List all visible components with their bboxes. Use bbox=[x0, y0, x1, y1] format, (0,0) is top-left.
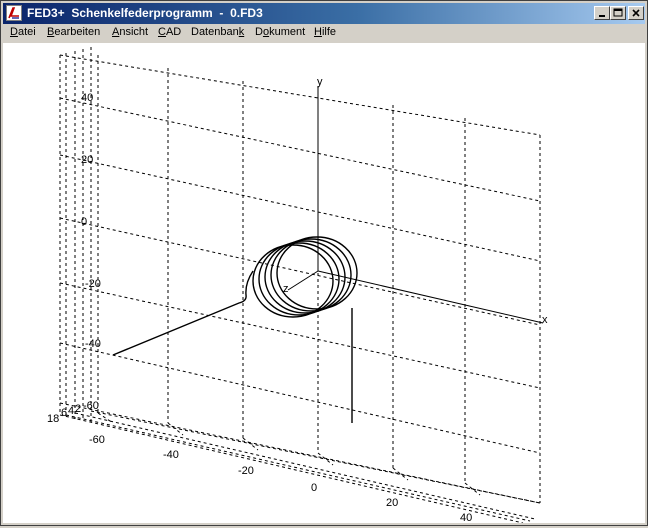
x-tick-label: -60 bbox=[89, 434, 105, 446]
close-icon bbox=[632, 9, 640, 17]
spring-legs bbox=[112, 270, 353, 423]
menu-datenbank[interactable]: Datenbank bbox=[191, 26, 244, 38]
spring-coils bbox=[252, 236, 358, 318]
depth-tick-label: 4 bbox=[68, 405, 74, 417]
x-tick-label: 40 bbox=[460, 512, 472, 523]
spring-3d-view[interactable]: y x z 40 20 0 -20 -40 -60 18 6 4 2 -60 -… bbox=[3, 43, 645, 524]
y-tick-label: 40 bbox=[81, 92, 93, 104]
grid-lines bbox=[59, 47, 541, 524]
app-icon[interactable] bbox=[6, 5, 22, 21]
x-tick-label: -20 bbox=[238, 465, 254, 477]
maximize-icon bbox=[613, 8, 623, 17]
y-tick-label: 20 bbox=[81, 154, 93, 166]
menu-bar: Datei Bearbeiten Ansicht CAD Datenbank D… bbox=[3, 24, 645, 43]
window-title: FED3+ Schenkelfederprogramm - 0.FD3 bbox=[27, 6, 263, 20]
x-axis-label: x bbox=[542, 314, 548, 326]
close-button[interactable] bbox=[628, 6, 644, 20]
x-tick-label: 0 bbox=[311, 482, 317, 494]
depth-tick-label: 6 bbox=[61, 407, 67, 419]
plot-svg: y x z 40 20 0 -20 -40 -60 18 6 4 2 -60 -… bbox=[47, 47, 548, 524]
axes bbox=[287, 86, 544, 324]
y-tick-label: 0 bbox=[81, 216, 87, 228]
depth-tick-label: 2 bbox=[75, 403, 81, 415]
menu-hilfe[interactable]: Hilfe bbox=[314, 26, 336, 38]
y-tick-label: -60 bbox=[83, 400, 99, 412]
x-tick-label: -40 bbox=[163, 449, 179, 461]
maximize-button[interactable] bbox=[610, 6, 626, 20]
menu-bearbeiten[interactable]: Bearbeiten bbox=[47, 26, 100, 38]
y-tick-label: -20 bbox=[85, 278, 101, 290]
depth-tick-label: 18 bbox=[47, 413, 59, 425]
z-axis-line bbox=[287, 270, 319, 291]
title-bar[interactable]: FED3+ Schenkelfederprogramm - 0.FD3 bbox=[3, 3, 645, 24]
menu-dokument[interactable]: Dokument bbox=[255, 26, 305, 38]
y-axis-label: y bbox=[317, 76, 323, 88]
menu-ansicht[interactable]: Ansicht bbox=[112, 26, 148, 38]
minimize-icon bbox=[599, 15, 605, 17]
y-tick-label: -40 bbox=[85, 338, 101, 350]
x-tick-label: 20 bbox=[386, 497, 398, 509]
menu-cad[interactable]: CAD bbox=[158, 26, 181, 38]
application-window: FED3+ Schenkelfederprogramm - 0.FD3 Date… bbox=[0, 0, 648, 526]
menu-datei[interactable]: Datei bbox=[10, 26, 36, 38]
minimize-button[interactable] bbox=[594, 6, 610, 20]
